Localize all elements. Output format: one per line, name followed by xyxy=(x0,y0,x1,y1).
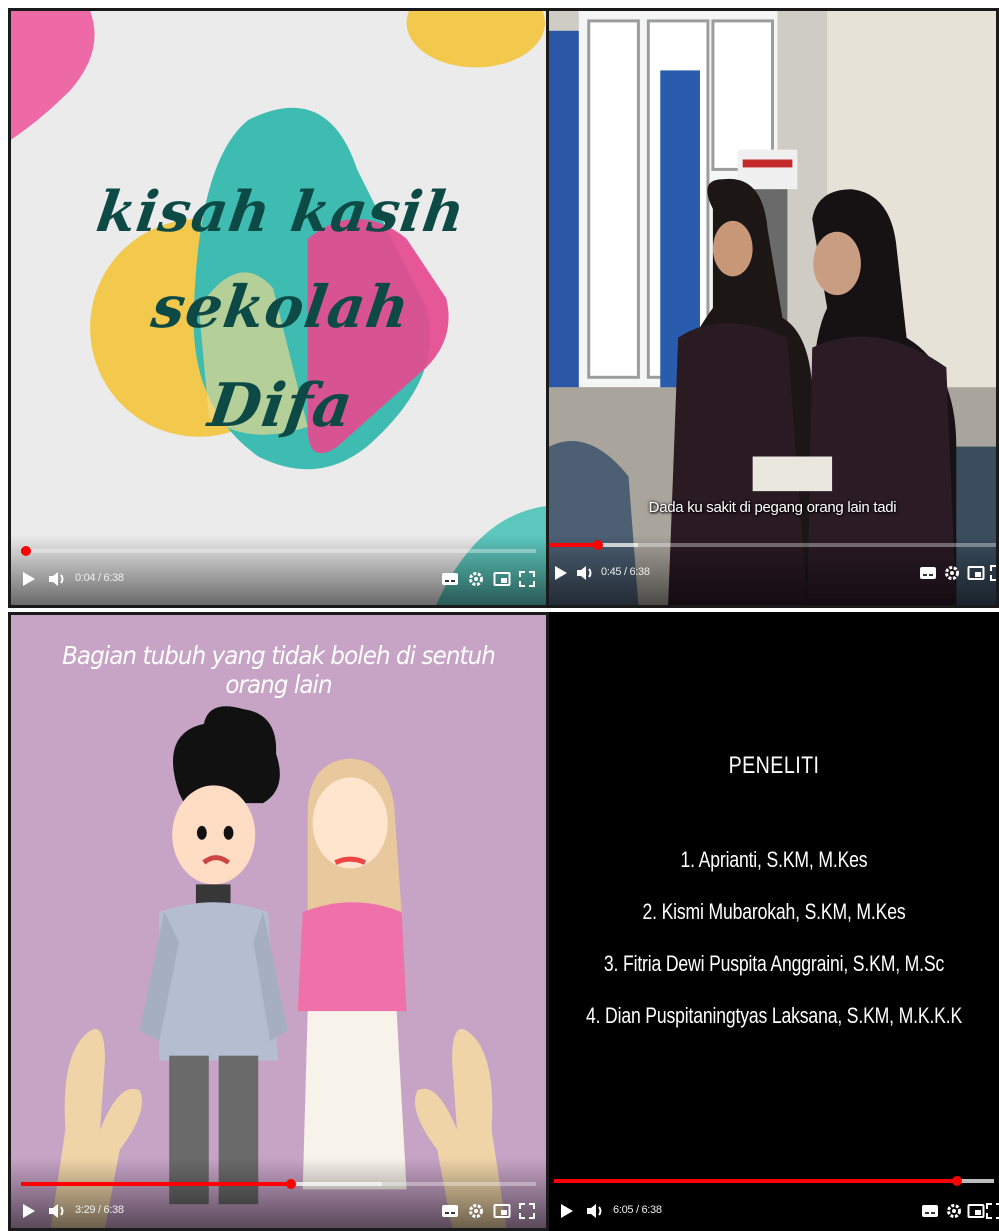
credits-title: PENELITI xyxy=(728,752,820,779)
scrubber-handle[interactable] xyxy=(951,1176,962,1186)
scene-heading: Bagian tubuh yang tidak boleh di sentuh … xyxy=(62,641,496,699)
title-line-1: kisah kasih xyxy=(92,179,470,245)
time-display: 3:29 / 6:38 xyxy=(75,1204,124,1216)
fullscreen-icon[interactable] xyxy=(989,564,999,582)
video-player-3[interactable]: Bagian tubuh yang tidak boleh di sentuh … xyxy=(8,612,549,1231)
title-line-2: sekolah xyxy=(147,273,415,341)
credit-line-2: 2. Kismi Mubarokah, S.KM, M.Kes xyxy=(642,899,906,924)
control-bar: 0:04 / 6:38 xyxy=(11,564,546,594)
play-icon[interactable] xyxy=(23,1204,35,1218)
control-bar: 0:45 / 6:38 xyxy=(549,558,996,588)
time-display: 6:05 / 6:38 xyxy=(613,1204,662,1216)
gear-icon[interactable] xyxy=(467,1202,485,1220)
control-bar: 6:05 / 6:38 xyxy=(549,1196,999,1226)
captions-icon[interactable] xyxy=(921,1202,939,1220)
progress-bar[interactable] xyxy=(549,540,996,550)
caption-subtitle: Dada ku sakit di pegang orang lain tadi xyxy=(648,499,897,516)
captions-icon[interactable] xyxy=(919,564,937,582)
play-icon[interactable] xyxy=(555,566,567,580)
control-bar: 3:29 / 6:38 xyxy=(11,1196,546,1226)
fullscreen-icon[interactable] xyxy=(518,570,536,588)
miniplayer-icon[interactable] xyxy=(967,1202,985,1220)
credit-line-3: 3. Fitria Dewi Puspita Anggraini, S.KM, … xyxy=(603,951,945,976)
miniplayer-icon[interactable] xyxy=(967,564,985,582)
captions-icon[interactable] xyxy=(441,1202,459,1220)
credit-line-1: 1. Aprianti, S.KM, M.Kes xyxy=(680,847,868,872)
progress-bar[interactable] xyxy=(21,546,536,556)
progress-bar[interactable] xyxy=(554,1176,994,1186)
video-player-4[interactable]: PENELITI 1. Aprianti, S.KM, M.Kes 2. Kis… xyxy=(549,612,999,1231)
volume-icon[interactable] xyxy=(47,1201,69,1221)
played-fill xyxy=(554,1179,957,1183)
gear-icon[interactable] xyxy=(943,564,961,582)
video-player-1[interactable]: kisah kasih sekolah Difa 0:04 / 6:38 xyxy=(8,8,549,608)
miniplayer-icon[interactable] xyxy=(493,570,511,588)
played-fill xyxy=(549,543,599,547)
credit-line-4: 4. Dian Puspitaningtyas Laksana, S.KM, M… xyxy=(585,1003,963,1028)
played-fill xyxy=(21,1182,292,1186)
volume-icon[interactable] xyxy=(47,569,69,589)
time-display: 0:45 / 6:38 xyxy=(601,566,650,578)
fullscreen-icon[interactable] xyxy=(985,1202,999,1220)
title-line-3: Difa xyxy=(204,371,358,441)
gear-icon[interactable] xyxy=(945,1202,963,1220)
video-player-2[interactable]: Dada ku sakit di pegang orang lain tadi … xyxy=(549,8,999,608)
volume-icon[interactable] xyxy=(585,1201,607,1221)
progress-bar[interactable] xyxy=(21,1179,536,1189)
volume-icon[interactable] xyxy=(575,563,597,583)
play-icon[interactable] xyxy=(23,572,35,586)
play-icon[interactable] xyxy=(561,1204,573,1218)
time-display: 0:04 / 6:38 xyxy=(75,572,124,584)
gear-icon[interactable] xyxy=(467,570,485,588)
miniplayer-icon[interactable] xyxy=(493,1202,511,1220)
video-frame-cartoon xyxy=(11,615,546,1228)
captions-icon[interactable] xyxy=(441,570,459,588)
fullscreen-icon[interactable] xyxy=(518,1202,536,1220)
